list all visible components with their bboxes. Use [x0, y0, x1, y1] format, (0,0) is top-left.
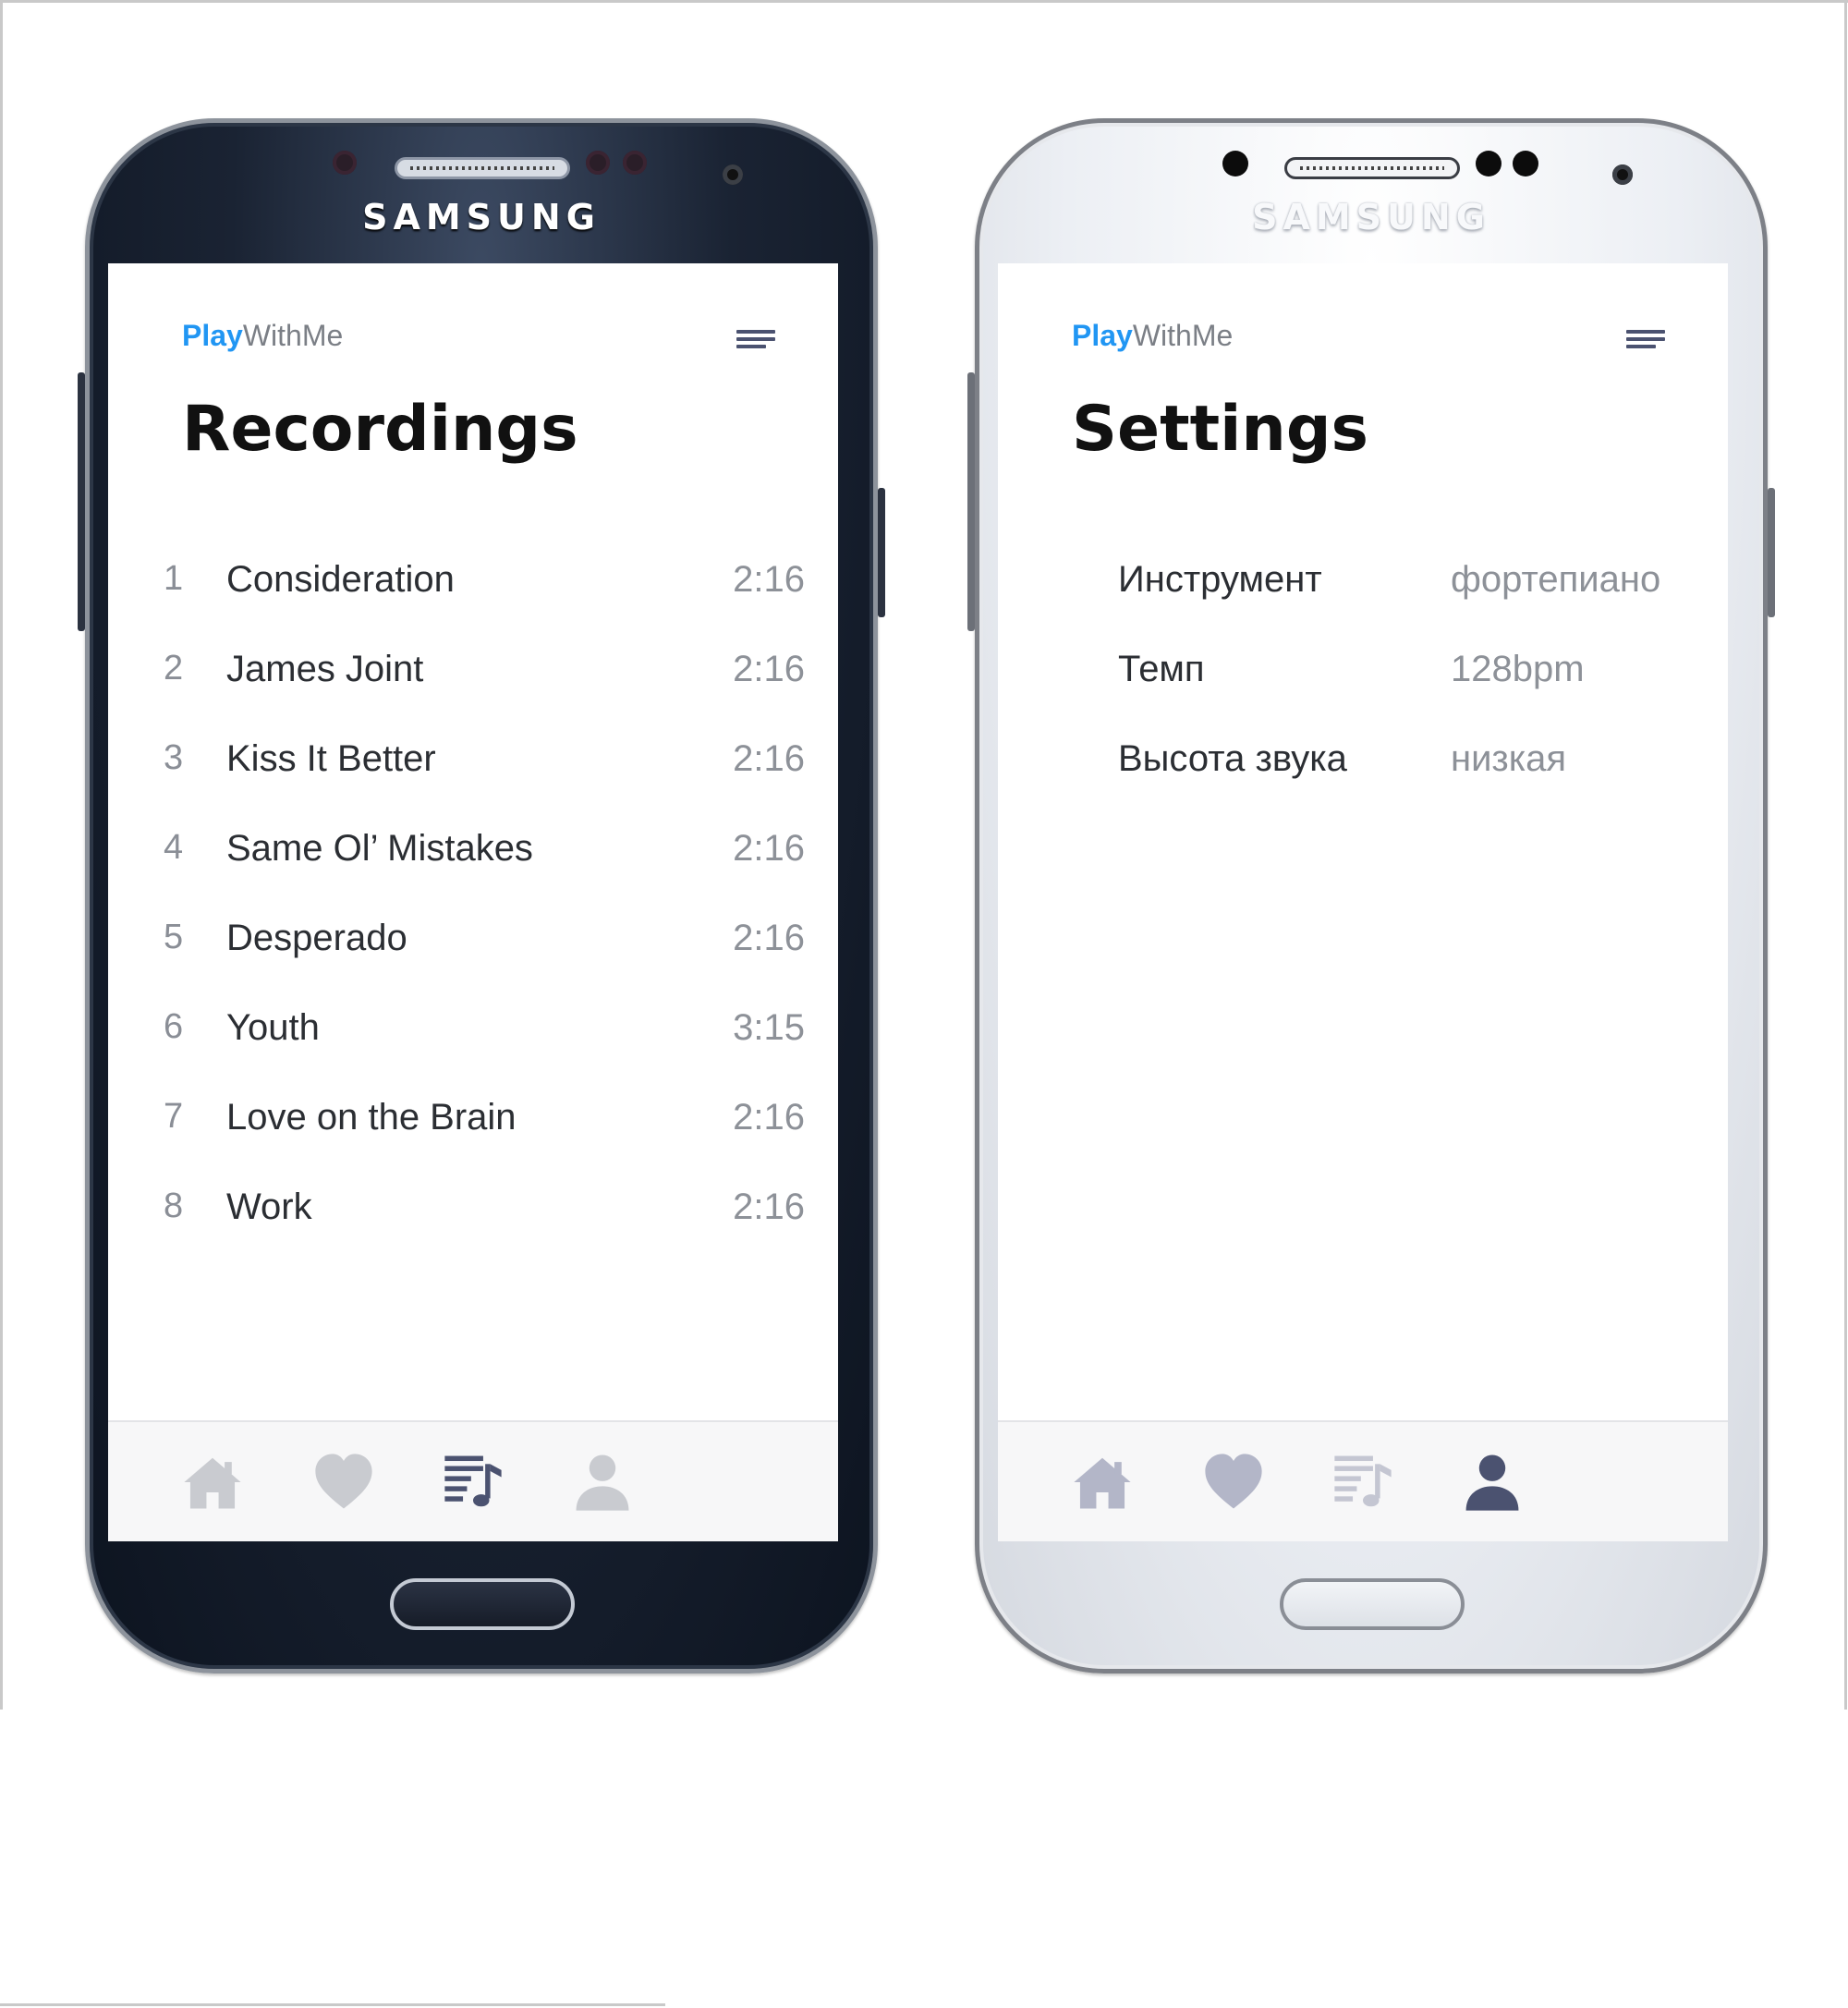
nav-home[interactable] [180, 1450, 245, 1515]
track-name: Love on the Brain [226, 1097, 517, 1138]
track-name: Kiss It Better [226, 738, 436, 779]
brand-logo: SAMSUNG [362, 197, 601, 237]
track-number: 5 [164, 918, 184, 956]
page-title: Recordings [182, 393, 578, 466]
sensor-dot [623, 151, 647, 175]
nav-profile[interactable] [1460, 1450, 1525, 1515]
logo-withme: WithMe [1132, 319, 1234, 352]
track-duration: 3:15 [733, 1007, 805, 1048]
app-logo[interactable]: PlayWithMe [182, 319, 343, 353]
setting-label: Темп [1118, 649, 1205, 689]
home-icon [184, 1457, 241, 1509]
earpiece [1284, 157, 1460, 179]
home-button[interactable] [1280, 1578, 1465, 1630]
user-icon [1465, 1454, 1519, 1511]
sensor-dot [1476, 151, 1502, 176]
setting-label: Инструмент [1118, 559, 1322, 600]
page-title: Settings [1072, 393, 1368, 466]
setting-row[interactable]: Инструмент фортепиано [998, 559, 1728, 615]
sensor-dot [1222, 151, 1248, 176]
nav-favorites[interactable] [311, 1450, 376, 1515]
nav-recordings[interactable] [441, 1450, 505, 1515]
track-row[interactable]: 8 Work 2:16 [108, 1187, 838, 1242]
app-logo[interactable]: PlayWithMe [1072, 319, 1233, 353]
sensor-dot [333, 151, 357, 175]
track-number: 2 [164, 649, 184, 688]
track-duration: 2:16 [733, 738, 805, 779]
front-camera [723, 164, 743, 185]
track-row[interactable]: 7 Love on the Brain 2:16 [108, 1097, 838, 1152]
setting-value[interactable]: низкая [1451, 738, 1566, 780]
track-name: Same Ol’ Mistakes [226, 828, 533, 869]
power-button [878, 488, 885, 617]
playlist-icon [1334, 1455, 1392, 1507]
heart-icon [315, 1454, 372, 1509]
brand-logo: SAMSUNG [1252, 197, 1490, 237]
nav-profile[interactable] [570, 1450, 635, 1515]
sensor-dot [586, 151, 610, 175]
phone-left: SAMSUNG PlayWithMe Recordings 1 Considera… [78, 118, 885, 1673]
track-name: Consideration [226, 559, 455, 600]
volume-button [967, 372, 975, 631]
sensor-dot [1513, 151, 1538, 176]
track-number: 6 [164, 1007, 184, 1046]
home-button[interactable] [390, 1578, 575, 1630]
user-icon [576, 1454, 629, 1511]
track-duration: 2:16 [733, 828, 805, 869]
track-row[interactable]: 1 Consideration 2:16 [108, 559, 838, 615]
setting-value[interactable]: фортепиано [1451, 559, 1660, 601]
track-name: Desperado [226, 918, 407, 958]
track-duration: 2:16 [733, 918, 805, 958]
track-name: Youth [226, 1007, 320, 1048]
power-button [1768, 488, 1775, 617]
logo-play: Play [1072, 319, 1133, 352]
home-icon [1074, 1457, 1131, 1509]
bottom-nav [998, 1420, 1728, 1541]
setting-label: Высота звука [1118, 738, 1347, 779]
track-row[interactable]: 6 Youth 3:15 [108, 1007, 838, 1063]
menu-icon[interactable] [736, 330, 775, 352]
track-row[interactable]: 5 Desperado 2:16 [108, 918, 838, 973]
track-duration: 2:16 [733, 649, 805, 689]
frame-left-line [0, 0, 3, 1710]
track-duration: 2:16 [733, 559, 805, 600]
earpiece [395, 157, 570, 179]
playlist-icon [444, 1455, 502, 1507]
track-number: 8 [164, 1187, 184, 1225]
frame-right-line [1844, 0, 1847, 1710]
track-duration: 2:16 [733, 1097, 805, 1138]
screen-settings: PlayWithMe Settings Инструмент фортепиано… [998, 263, 1728, 1541]
logo-play: Play [182, 319, 243, 352]
track-name: James Joint [226, 649, 424, 689]
track-row[interactable]: 4 Same Ol’ Mistakes 2:16 [108, 828, 838, 883]
nav-home[interactable] [1070, 1450, 1135, 1515]
front-camera [1612, 164, 1633, 185]
track-number: 1 [164, 559, 184, 598]
setting-value[interactable]: 128bpm [1451, 649, 1585, 690]
bottom-nav [108, 1420, 838, 1541]
track-number: 7 [164, 1097, 184, 1136]
track-row[interactable]: 2 James Joint 2:16 [108, 649, 838, 704]
volume-button [78, 372, 85, 631]
frame-bottom-line [0, 2003, 665, 2006]
nav-recordings[interactable] [1331, 1450, 1395, 1515]
track-number: 4 [164, 828, 184, 867]
logo-withme: WithMe [242, 319, 344, 352]
heart-icon [1205, 1454, 1262, 1509]
frame-top-line [0, 0, 1848, 3]
track-duration: 2:16 [733, 1187, 805, 1227]
phone-right: SAMSUNG PlayWithMe Settings Инструмент фо… [967, 118, 1775, 1673]
track-name: Work [226, 1187, 312, 1227]
menu-icon[interactable] [1626, 330, 1665, 352]
screen-recordings: PlayWithMe Recordings 1 Consideration 2:16… [108, 263, 838, 1541]
track-number: 3 [164, 738, 184, 777]
nav-favorites[interactable] [1201, 1450, 1266, 1515]
track-row[interactable]: 3 Kiss It Better 2:16 [108, 738, 838, 794]
setting-row[interactable]: Высота звука низкая [998, 738, 1728, 794]
setting-row[interactable]: Темп 128bpm [998, 649, 1728, 704]
